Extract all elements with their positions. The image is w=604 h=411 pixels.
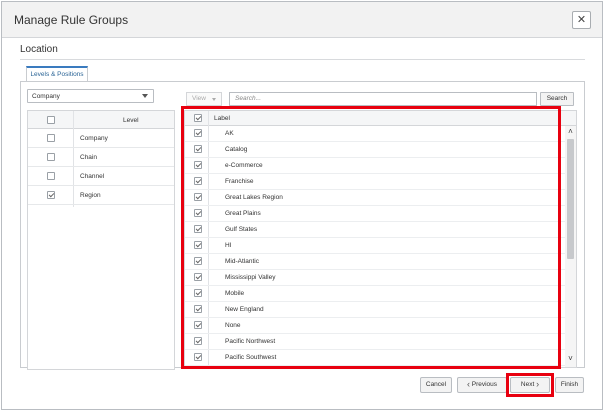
level-checkbox[interactable] bbox=[47, 191, 55, 199]
label-checkbox[interactable] bbox=[194, 257, 202, 265]
label-checkbox[interactable] bbox=[194, 321, 202, 329]
label-item-text: Catalog bbox=[225, 146, 248, 153]
label-checkbox[interactable] bbox=[194, 129, 202, 137]
label-checkbox[interactable] bbox=[194, 305, 202, 313]
search-input[interactable]: Search... bbox=[229, 92, 537, 106]
level-label: Channel bbox=[80, 173, 105, 180]
level-table-row[interactable]: Company bbox=[28, 129, 174, 148]
tab-levels-positions[interactable]: Levels & Positions bbox=[26, 66, 88, 82]
chevron-down-icon bbox=[142, 94, 148, 98]
previous-button-label: Previous bbox=[471, 381, 498, 388]
label-column-header: Label bbox=[214, 115, 230, 122]
label-list-item[interactable]: AK bbox=[185, 126, 565, 142]
view-menu-label: View bbox=[192, 95, 206, 102]
label-checkbox[interactable] bbox=[194, 353, 202, 361]
label-list-item[interactable]: Pacific Northwest bbox=[185, 334, 565, 350]
label-checkbox[interactable] bbox=[194, 225, 202, 233]
dialog-title-bar: Manage Rule Groups ✕ bbox=[2, 2, 602, 38]
label-checkbox[interactable] bbox=[194, 177, 202, 185]
label-checkbox[interactable] bbox=[194, 161, 202, 169]
next-button[interactable]: Next › bbox=[510, 377, 550, 393]
label-item-text: Pacific Northwest bbox=[225, 338, 276, 345]
label-list-item[interactable]: Catalog bbox=[185, 142, 565, 158]
section-divider bbox=[20, 59, 585, 60]
label-checkbox[interactable] bbox=[194, 241, 202, 249]
label-list: Label AK Catalog e-Commerce Franchise Great … bbox=[184, 110, 577, 368]
select-all-labels-checkbox[interactable] bbox=[194, 114, 202, 122]
level-checkbox[interactable] bbox=[47, 153, 55, 161]
search-button[interactable]: Search bbox=[540, 92, 574, 106]
label-item-text: Great Lakes Region bbox=[225, 194, 283, 201]
chevron-left-icon: ‹ bbox=[466, 379, 470, 389]
label-list-item[interactable]: e-Commerce bbox=[185, 158, 565, 174]
search-placeholder: Search... bbox=[235, 95, 262, 102]
label-item-text: HI bbox=[225, 242, 232, 249]
view-menu-button[interactable]: View bbox=[186, 92, 222, 106]
cancel-button[interactable]: Cancel bbox=[420, 377, 452, 393]
level-table-row[interactable]: Region bbox=[28, 186, 174, 205]
level-label: Chain bbox=[80, 154, 97, 161]
label-list-item[interactable]: Pacific Southwest bbox=[185, 350, 565, 366]
label-list-item[interactable]: Great Plains bbox=[185, 206, 565, 222]
label-checkbox[interactable] bbox=[194, 337, 202, 345]
label-item-text: None bbox=[225, 322, 241, 329]
label-item-text: Gulf States bbox=[225, 226, 258, 233]
previous-button[interactable]: ‹ Previous bbox=[457, 377, 507, 393]
label-item-text: AK bbox=[225, 130, 234, 137]
label-list-item[interactable]: Mid-Atlantic bbox=[185, 254, 565, 270]
level-table-header: Level bbox=[28, 111, 174, 129]
select-all-levels-checkbox[interactable] bbox=[47, 116, 55, 124]
level-checkbox[interactable] bbox=[47, 134, 55, 142]
label-checkbox[interactable] bbox=[194, 209, 202, 217]
hierarchy-select[interactable]: Company bbox=[27, 89, 154, 103]
label-item-text: New England bbox=[225, 306, 264, 313]
label-checkbox[interactable] bbox=[194, 273, 202, 281]
next-button-label: Next bbox=[520, 381, 535, 388]
level-checkbox[interactable] bbox=[47, 172, 55, 180]
hierarchy-select-value: Company bbox=[32, 93, 60, 100]
level-label: Region bbox=[80, 192, 101, 199]
label-checkbox[interactable] bbox=[194, 193, 202, 201]
finish-button[interactable]: Finish bbox=[555, 377, 584, 393]
label-list-scrollbar[interactable]: ˄ ˅ bbox=[565, 126, 576, 367]
level-column-header: Level bbox=[123, 117, 139, 124]
label-item-text: e-Commerce bbox=[225, 162, 263, 169]
label-list-item[interactable]: Gulf States bbox=[185, 222, 565, 238]
label-list-item[interactable]: None bbox=[185, 318, 565, 334]
scrollbar-thumb[interactable] bbox=[567, 139, 574, 259]
label-list-item[interactable]: Franchise bbox=[185, 174, 565, 190]
label-list-item[interactable]: Great Lakes Region bbox=[185, 190, 565, 206]
label-list-item[interactable]: Mississippi Valley bbox=[185, 270, 565, 286]
label-checkbox[interactable] bbox=[194, 145, 202, 153]
label-item-text: Franchise bbox=[225, 178, 254, 185]
close-icon: ✕ bbox=[576, 14, 587, 26]
label-item-text: Mid-Atlantic bbox=[225, 258, 259, 265]
label-list-item[interactable]: HI bbox=[185, 238, 565, 254]
level-table-row[interactable]: Chain bbox=[28, 148, 174, 167]
close-button[interactable]: ✕ bbox=[572, 11, 591, 29]
level-label: Company bbox=[80, 135, 108, 142]
chevron-right-icon: › bbox=[536, 379, 540, 389]
scroll-up-icon[interactable]: ˄ bbox=[565, 126, 576, 137]
label-list-item[interactable]: New England bbox=[185, 302, 565, 318]
scroll-down-icon[interactable]: ˅ bbox=[565, 353, 576, 364]
dialog-title: Manage Rule Groups bbox=[14, 13, 129, 27]
chevron-down-icon bbox=[212, 98, 216, 101]
level-table-row[interactable]: Channel bbox=[28, 167, 174, 186]
label-item-text: Pacific Southwest bbox=[225, 354, 277, 361]
label-list-item[interactable]: Mobile bbox=[185, 286, 565, 302]
label-item-text: Great Plains bbox=[225, 210, 261, 217]
label-checkbox[interactable] bbox=[194, 289, 202, 297]
label-item-text: Mobile bbox=[225, 290, 245, 297]
label-list-header: Label bbox=[185, 111, 576, 126]
level-table: Level Company Chain Channel Region bbox=[27, 110, 175, 370]
label-item-text: Mississippi Valley bbox=[225, 274, 276, 281]
section-title: Location bbox=[20, 44, 58, 55]
